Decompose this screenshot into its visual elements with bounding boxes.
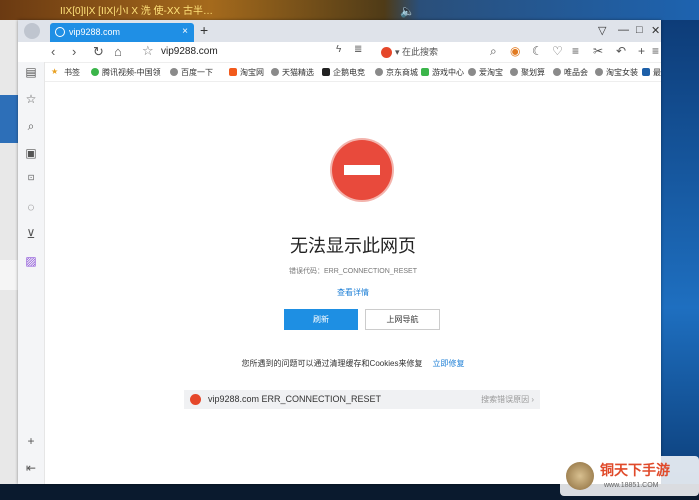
- background-window-block: [0, 95, 18, 143]
- bookmark-star-icon: ★: [51, 67, 59, 76]
- back-button[interactable]: ‹: [51, 44, 55, 59]
- bookmark-item[interactable]: 游戏中心: [421, 67, 464, 78]
- lightning-icon[interactable]: ϟ: [336, 44, 341, 55]
- bookmark-item[interactable]: 腾讯视频-中国领: [91, 67, 161, 78]
- bookmark-item[interactable]: 企鹅电竞: [322, 67, 365, 78]
- bookmark-item-label: 爱淘宝: [479, 68, 503, 77]
- bookmark-item-label: 天猫精选: [282, 68, 314, 77]
- bookmark-item[interactable]: 天猫精选: [271, 67, 314, 78]
- error-search-text: vip9288.com ERR_CONNECTION_RESET: [208, 394, 382, 404]
- error-code: 错误代码：ERR_CONNECTION_RESET: [289, 268, 417, 275]
- desktop-banner-text: IIX[0]I|X [IIX|小I X 洗 使-XX 古半…: [60, 6, 214, 17]
- bookmark-star-icon[interactable]: ☆: [142, 43, 154, 59]
- bookmark-item[interactable]: 唯品会: [553, 67, 588, 78]
- bookmark-item-label: 企鹅电竞: [333, 68, 365, 77]
- new-tab-button[interactable]: +: [200, 22, 208, 38]
- refresh-button[interactable]: 刷新: [284, 309, 358, 330]
- game-icon[interactable]: ◉: [510, 44, 520, 58]
- watermark-url: www.18851.COM: [604, 482, 659, 489]
- bookmark-item[interactable]: 聚划算: [510, 67, 545, 78]
- bookmark-item[interactable]: 百度一下: [170, 67, 213, 78]
- live-icon[interactable]: ⊡: [24, 173, 38, 182]
- sidebar: ▤ ☆ ⌕ ▣ ⊡ ◌ ⊻ ▨ + ⇤: [18, 62, 45, 484]
- stop-icon: [332, 140, 392, 200]
- heart-icon[interactable]: ♡: [552, 44, 563, 58]
- maximize-button[interactable]: □: [636, 24, 643, 36]
- bookmark-item-label: 聚划算: [521, 68, 545, 77]
- error-heading: 无法显示此网页: [290, 236, 416, 256]
- scissors-icon[interactable]: ✂: [593, 44, 603, 58]
- details-link[interactable]: 查看详情: [45, 287, 661, 298]
- search-icon[interactable]: ⌕: [490, 44, 497, 59]
- tab-close-icon[interactable]: ×: [182, 26, 188, 37]
- bookmarks-label[interactable]: 书签: [64, 67, 80, 78]
- user-avatar[interactable]: [24, 23, 40, 39]
- translate-icon[interactable]: ▨: [24, 254, 38, 268]
- collapse-sidebar-icon[interactable]: ⇤: [24, 461, 38, 475]
- address-bar[interactable]: vip9288.com: [161, 46, 218, 57]
- navigation-bar: ‹ › ↻ ⌂ ☆ vip9288.com ϟ ≣ ▾ 在此搜索 ⌕ ◉ ☾ ♡…: [18, 42, 661, 63]
- bookmark-item-label: 京东商城: [386, 68, 418, 77]
- favorites-icon[interactable]: ☆: [24, 92, 38, 106]
- watermark-logo: 铜天下手游 www.18851.COM: [560, 456, 699, 496]
- search-input[interactable]: ▾ 在此搜索: [381, 45, 439, 59]
- search-placeholder: 在此搜索: [402, 47, 439, 57]
- home-button[interactable]: ⌂: [114, 44, 122, 59]
- bookmark-item-label: 最新电: [653, 68, 661, 77]
- add-sidebar-icon[interactable]: +: [24, 434, 38, 448]
- volume-icon[interactable]: 🔈: [400, 4, 415, 18]
- bookmark-item-label: 淘宝网: [240, 68, 264, 77]
- bookmark-item[interactable]: 最新电: [642, 67, 661, 78]
- desktop-left-window: [0, 20, 18, 500]
- bookmark-item-label: 腾讯视频-中国领: [102, 68, 161, 77]
- bookmark-item-label: 百度一下: [181, 68, 213, 77]
- fix-now-link[interactable]: 立即修复: [432, 359, 464, 368]
- more-menu-icon[interactable]: ≡: [652, 44, 659, 58]
- search-reason-link[interactable]: 搜索错误原因 ›: [481, 394, 534, 405]
- search-engine-icon: [381, 47, 392, 59]
- bookmark-item[interactable]: 爱淘宝: [468, 67, 503, 78]
- menu-icon[interactable]: ≡: [572, 44, 579, 58]
- add-icon[interactable]: +: [638, 44, 645, 58]
- background-window-block: [0, 260, 18, 290]
- fix-message: 您所遇到的问题可以通过清理缓存和Cookies来修复 立即修复: [45, 358, 661, 369]
- bookmark-item-label: 淘宝女装: [606, 68, 638, 77]
- bookmark-item[interactable]: 京东商城: [375, 67, 418, 78]
- browser-window: vip9288.com × + ▽ — □ ✕ ‹ › ↻ ⌂ ☆ vip928…: [18, 20, 661, 484]
- minimize-button[interactable]: —: [618, 24, 629, 36]
- search-engine-icon: [190, 394, 201, 405]
- bookmark-item-label: 游戏中心: [432, 68, 464, 77]
- bookmark-item[interactable]: 淘宝女装: [595, 67, 638, 78]
- error-page: 无法显示此网页 错误代码：ERR_CONNECTION_RESET 查看详情 刷…: [45, 82, 661, 484]
- night-mode-icon[interactable]: ☾: [532, 44, 543, 58]
- bookmark-item-label: 唯品会: [564, 68, 588, 77]
- tab-bar: vip9288.com × + ▽ — □ ✕: [18, 20, 661, 42]
- chat-icon[interactable]: ◌: [24, 200, 38, 214]
- stop-icon-bar: [344, 165, 380, 175]
- undo-icon[interactable]: ↶: [616, 44, 626, 58]
- bookmarks-bar: ★ 书签 腾讯视频-中国领 百度一下 淘宝网 天猫精选 企鹅电竞 京东商城 游戏…: [45, 63, 661, 82]
- forward-button[interactable]: ›: [72, 44, 76, 59]
- reader-icon[interactable]: ≣: [354, 44, 362, 55]
- reload-button[interactable]: ↻: [93, 44, 104, 60]
- search-icon[interactable]: ⌕: [24, 119, 38, 134]
- fix-text: 您所遇到的问题可以通过清理缓存和Cookies来修复: [241, 359, 423, 368]
- error-search-bar[interactable]: vip9288.com ERR_CONNECTION_RESET 搜索错误原因 …: [184, 390, 540, 409]
- bookmark-item[interactable]: 淘宝网: [229, 67, 264, 78]
- panel-icon[interactable]: ▤: [24, 65, 38, 79]
- globe-icon: [55, 27, 65, 37]
- coin-icon: [566, 462, 594, 490]
- tab-title: vip9288.com: [69, 27, 121, 37]
- video-icon[interactable]: ▣: [24, 146, 38, 160]
- pin-icon[interactable]: ▽: [598, 24, 606, 37]
- cart-icon[interactable]: ⊻: [24, 227, 38, 241]
- watermark-title: 铜天下手游: [600, 462, 670, 478]
- navigation-button[interactable]: 上网导航: [365, 309, 440, 330]
- close-window-button[interactable]: ✕: [651, 24, 660, 37]
- tab-active[interactable]: vip9288.com ×: [50, 23, 194, 42]
